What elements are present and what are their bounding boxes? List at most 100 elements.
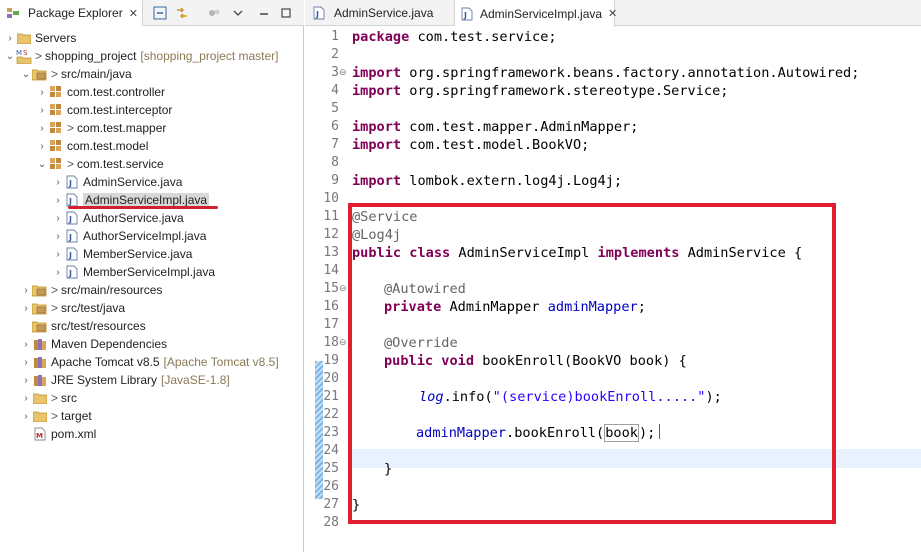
java-file-icon: J <box>64 264 80 280</box>
close-icon[interactable]: ✕ <box>608 7 617 20</box>
tree-item-src-main-resources[interactable]: › > src/main/resources <box>20 281 162 299</box>
chevron-right-icon[interactable]: › <box>20 389 32 407</box>
line-number: 18 <box>323 335 339 350</box>
tree-item-servers[interactable]: › Servers <box>4 29 76 47</box>
java-file-icon: J <box>64 174 80 190</box>
chevron-right-icon[interactable]: › <box>36 119 48 137</box>
line-number: 24 <box>323 443 339 458</box>
tree-item-package-model[interactable]: › com.test.model <box>36 137 148 155</box>
tree-item-memberserviceimpl-java[interactable]: › J MemberServiceImpl.java <box>52 263 215 281</box>
code-line: import lombok.extern.log4j.Log4j; <box>352 173 623 189</box>
line-number: 13 <box>323 245 339 260</box>
svg-text:J: J <box>68 215 72 224</box>
chevron-right-icon[interactable]: › <box>52 191 64 209</box>
tree-item-src-test-java[interactable]: › > src/test/java <box>20 299 125 317</box>
line-number: 22 <box>323 407 339 422</box>
tree-item-authorservice-java[interactable]: › J AuthorService.java <box>52 209 183 227</box>
source-folder-icon <box>32 300 48 316</box>
svg-text:M: M <box>36 432 43 440</box>
tree-item-src-main-java[interactable]: ⌄ > src/main/java <box>20 65 132 83</box>
line-number: 17 <box>323 317 339 332</box>
chevron-right-icon[interactable]: › <box>36 83 48 101</box>
chevron-right-icon[interactable]: › <box>36 137 48 155</box>
line-number: 9 <box>331 173 339 188</box>
line-number-gutter: 1 2 3 4 5 6 7 8 9 10 11 12 13 14 15 16 1… <box>305 27 347 552</box>
link-with-editor-icon[interactable] <box>174 5 190 21</box>
minimize-icon[interactable] <box>256 5 272 21</box>
tree-item-maven-dependencies[interactable]: › Maven Dependencies <box>20 335 167 353</box>
tree-item-apache-tomcat[interactable]: › Apache Tomcat v8.5 [Apache Tomcat v8.5… <box>20 353 278 371</box>
package-icon <box>48 84 64 100</box>
chevron-right-icon[interactable]: › <box>36 101 48 119</box>
line-number: 5 <box>331 101 339 116</box>
tree-item-authorserviceimpl-java[interactable]: › J AuthorServiceImpl.java <box>52 227 206 245</box>
line-number: 1 <box>331 29 339 44</box>
collapse-all-icon[interactable] <box>152 5 168 21</box>
package-icon <box>48 156 64 172</box>
chevron-right-icon[interactable]: › <box>52 263 64 281</box>
tab-adminservice-java[interactable]: J AdminService.java <box>305 0 455 26</box>
tree-item-package-controller[interactable]: › com.test.controller <box>36 83 165 101</box>
view-menu-icon[interactable] <box>230 5 246 21</box>
line-number: 21 <box>323 389 339 404</box>
view-options-icon[interactable] <box>206 5 222 21</box>
tree-item-package-mapper[interactable]: › > com.test.mapper <box>36 119 166 137</box>
chevron-right-icon[interactable]: › <box>20 371 32 389</box>
chevron-down-icon[interactable]: ⌄ <box>20 65 32 83</box>
code-line: import com.test.model.BookVO; <box>352 137 590 153</box>
library-icon <box>32 336 48 352</box>
close-icon[interactable]: ✕ <box>129 7 138 20</box>
tree-item-pom-xml[interactable]: M pom.xml <box>20 425 96 443</box>
java-file-icon: J <box>311 5 327 21</box>
tree-item-adminservice-java[interactable]: › J AdminService.java <box>52 173 182 191</box>
svg-text:J: J <box>68 179 72 188</box>
tree-item-memberservice-java[interactable]: › J MemberService.java <box>52 245 192 263</box>
package-explorer-panel: Package Explorer ✕ › Servers ⌄ M S > sho… <box>0 0 304 552</box>
line-number: 3 <box>331 65 339 80</box>
chevron-right-icon[interactable]: › <box>20 335 32 353</box>
tree-item-package-interceptor[interactable]: › com.test.interceptor <box>36 101 172 119</box>
java-file-icon: J <box>64 246 80 262</box>
explorer-tabbar: Package Explorer ✕ <box>0 0 304 26</box>
folder-icon <box>16 30 32 46</box>
chevron-right-icon[interactable]: › <box>20 281 32 299</box>
selection-underline-annotation <box>68 206 218 209</box>
chevron-right-icon[interactable]: › <box>52 227 64 245</box>
chevron-right-icon[interactable]: › <box>20 299 32 317</box>
line-number: 7 <box>331 137 339 152</box>
tree-item-shopping-project[interactable]: ⌄ MS > shopping_project [shopping_projec… <box>4 47 279 65</box>
explorer-tab-title: Package Explorer <box>28 6 123 20</box>
chevron-down-icon[interactable]: ⌄ <box>4 47 16 65</box>
line-number: 4 <box>331 83 339 98</box>
java-file-icon: J <box>64 210 80 226</box>
maximize-icon[interactable] <box>278 5 294 21</box>
svg-text:J: J <box>68 197 72 206</box>
tree-item-jre-system-library[interactable]: › JRE System Library [JavaSE-1.8] <box>20 371 229 389</box>
package-explorer-tab[interactable]: Package Explorer ✕ <box>0 0 143 26</box>
tree-item-target[interactable]: › > target <box>20 407 91 425</box>
line-number: 14 <box>323 263 339 278</box>
chevron-right-icon[interactable]: › <box>52 245 64 263</box>
svg-text:J: J <box>68 233 72 242</box>
chevron-right-icon[interactable]: › <box>52 209 64 227</box>
chevron-right-icon[interactable]: › <box>4 29 16 47</box>
package-icon <box>48 102 64 118</box>
chevron-right-icon[interactable]: › <box>52 173 64 191</box>
tab-adminserviceimpl-java[interactable]: J AdminServiceImpl.java ✕ <box>455 0 617 27</box>
line-number: 28 <box>323 515 339 530</box>
source-folder-icon <box>32 318 48 334</box>
fold-collapse-icon[interactable]: ⊖ <box>339 67 349 77</box>
chevron-right-icon[interactable]: › <box>20 353 32 371</box>
svg-text:J: J <box>315 10 319 19</box>
svg-text:J: J <box>68 269 72 278</box>
chevron-down-icon[interactable]: ⌄ <box>36 155 48 173</box>
svg-text:M: M <box>16 49 22 57</box>
line-number: 26 <box>323 479 339 494</box>
folder-icon <box>32 390 48 406</box>
chevron-right-icon[interactable]: › <box>20 407 32 425</box>
line-number: 15 <box>323 281 339 296</box>
tree-item-src[interactable]: › > src <box>20 389 77 407</box>
package-icon <box>48 138 64 154</box>
tree-item-package-service[interactable]: ⌄ > com.test.service <box>36 155 164 173</box>
tree-item-src-test-resources[interactable]: src/test/resources <box>20 317 146 335</box>
